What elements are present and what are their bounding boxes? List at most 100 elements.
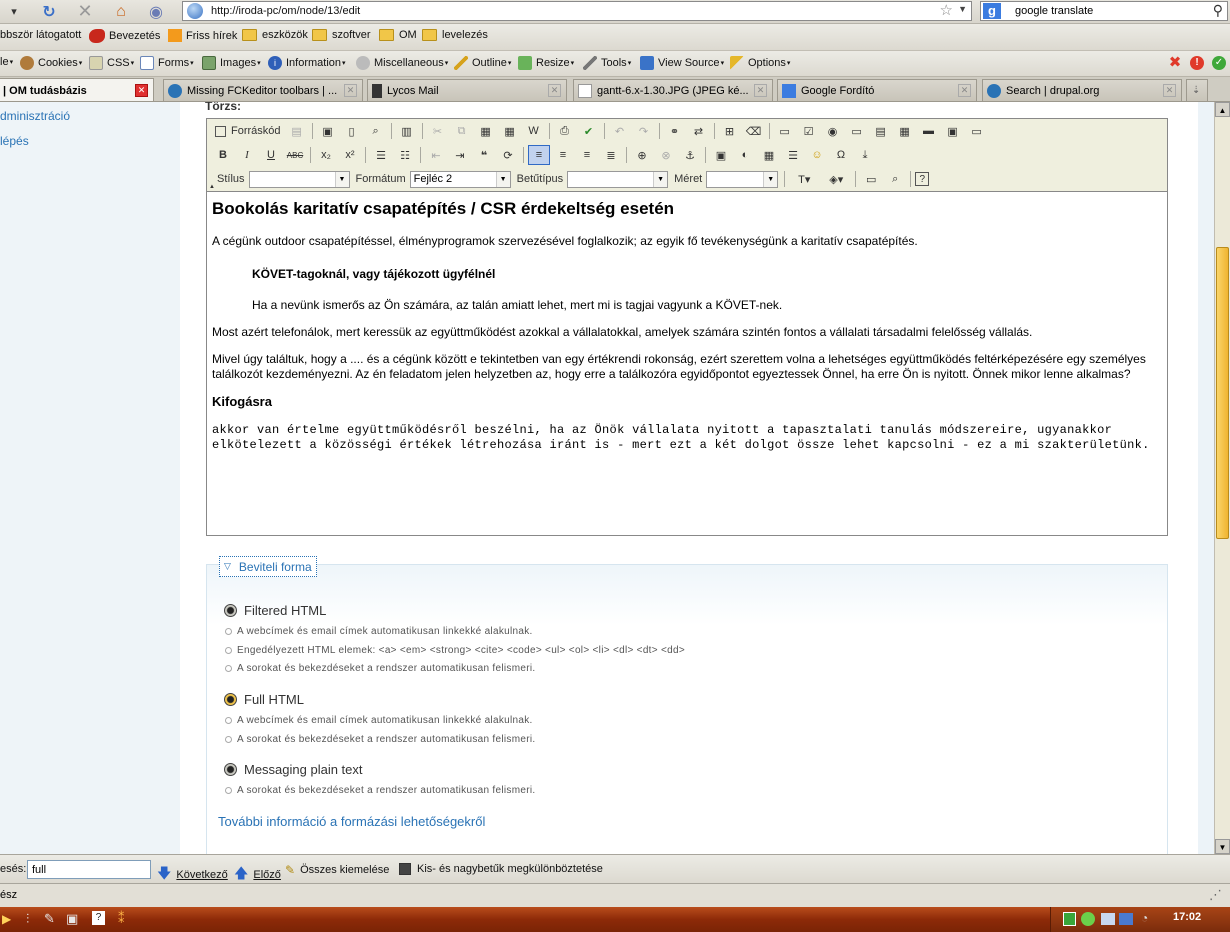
unordered-list-icon[interactable]: ☷ xyxy=(394,145,416,165)
align-left-icon[interactable]: ≡ xyxy=(528,145,550,165)
bookmark-intro[interactable]: Bevezetés xyxy=(89,29,160,43)
hidden-field-icon[interactable]: ▭ xyxy=(966,121,988,141)
outdent-icon[interactable]: ⇤ xyxy=(425,145,447,165)
close-tab-icon[interactable]: ✕ xyxy=(344,84,357,97)
bold-icon[interactable]: B xyxy=(212,145,234,165)
scroll-up-icon[interactable]: ▲ xyxy=(1215,102,1230,117)
tab-gantt-image[interactable]: gantt-6.x-1.30.JPG (JPEG ké... ✕ xyxy=(573,79,773,101)
redo-icon[interactable]: ↷ xyxy=(633,121,655,141)
valid-check-icon[interactable]: ✓ xyxy=(1212,56,1226,70)
source-button[interactable]: Forráskód xyxy=(212,121,284,141)
checkbox-icon[interactable]: ☑ xyxy=(798,121,820,141)
save-icon[interactable]: ▣ xyxy=(317,121,339,141)
blockquote-icon[interactable]: ❝ xyxy=(473,145,495,165)
unlink-icon[interactable]: ⊗ xyxy=(655,145,677,165)
devbar-tools-menu[interactable]: Tools ▾ xyxy=(583,56,631,70)
image-button-icon[interactable]: ▣ xyxy=(942,121,964,141)
align-right-icon[interactable]: ≡ xyxy=(576,145,598,165)
bookmark-most-visited[interactable]: bbször látogatott xyxy=(0,29,81,41)
bookmark-folder-software[interactable]: szoftver xyxy=(312,29,371,41)
undo-icon[interactable]: ↶ xyxy=(609,121,631,141)
resize-grip-icon[interactable]: ⋰ xyxy=(1209,887,1222,903)
horizontal-rule-icon[interactable]: ☰ xyxy=(782,145,804,165)
tray-network-icon[interactable] xyxy=(1119,913,1133,925)
remove-format-icon[interactable]: ⌫ xyxy=(743,121,765,141)
textarea-icon[interactable]: ▤ xyxy=(870,121,892,141)
link-icon[interactable]: ⊕ xyxy=(631,145,653,165)
anchor-icon[interactable]: ⚓ xyxy=(679,145,701,165)
tab-list-button[interactable]: ⇣ xyxy=(1186,79,1208,101)
italic-icon[interactable]: I xyxy=(236,145,258,165)
bookmark-folder-tools[interactable]: eszközök xyxy=(242,29,308,41)
bookmark-folder-om[interactable]: OM xyxy=(379,29,417,41)
quicklaunch-icon[interactable]: ▣ xyxy=(66,911,78,927)
devbar-view-source-menu[interactable]: View Source ▾ xyxy=(640,56,724,70)
close-tab-icon[interactable]: ✕ xyxy=(1163,84,1176,97)
tray-icon[interactable] xyxy=(1063,912,1076,926)
find-icon[interactable]: ⚭ xyxy=(664,121,686,141)
match-case-checkbox[interactable]: Kis- és nagybetűk megkülönböztetése xyxy=(399,863,603,875)
insert-table-icon[interactable]: ▦ xyxy=(758,145,780,165)
page-break-icon[interactable]: ⤓ xyxy=(854,145,876,165)
templates-icon[interactable]: ▥ xyxy=(396,121,418,141)
radio-button[interactable] xyxy=(224,763,237,776)
close-tab-icon[interactable]: ✕ xyxy=(958,84,971,97)
text-color-icon[interactable]: T▾ xyxy=(789,169,819,189)
bg-color-icon[interactable]: ◈▾ xyxy=(821,169,851,189)
devbar-forms-menu[interactable]: Forms ▾ xyxy=(140,56,194,70)
checkbox-icon[interactable] xyxy=(399,863,411,875)
search-box[interactable]: g google translate ⚲ xyxy=(980,1,1228,21)
devbar-options-menu[interactable]: Options ▾ xyxy=(730,56,790,70)
select-field-icon[interactable]: ▦ xyxy=(894,121,916,141)
close-tab-icon[interactable]: ✕ xyxy=(754,84,767,97)
help-icon[interactable]: ? xyxy=(915,172,930,186)
sidebar-item-logout[interactable]: lépés xyxy=(0,134,29,148)
devbar-disable-menu[interactable]: le ▾ xyxy=(0,56,13,68)
fckeditor[interactable]: Forráskód ▤ ▣ ▯ ⌕ ▥ ✂ ⧉ ▦ ▦ W ⎙ ✔ ↶ ↷ ⚭ … xyxy=(206,118,1168,536)
find-next-button[interactable]: 🡇 Következő xyxy=(157,863,228,883)
print-icon[interactable]: ⎙ xyxy=(554,121,576,141)
bookmark-folder-mail[interactable]: levelezés xyxy=(422,29,488,41)
replace-icon[interactable]: ⇄ xyxy=(688,121,710,141)
editor-content-area[interactable]: Bookolás karitatív csapatépítés / CSR ér… xyxy=(212,199,1162,453)
input-format-toggle[interactable]: ▽ Beviteli forma xyxy=(219,556,317,577)
spellcheck-icon[interactable]: ✔ xyxy=(578,121,600,141)
sidebar-item-administration[interactable]: dminisztráció xyxy=(0,109,70,123)
url-history-dropdown[interactable]: ▼ xyxy=(958,4,967,14)
maximize-icon[interactable]: ▭ xyxy=(860,169,882,189)
ordered-list-icon[interactable]: ☰ xyxy=(370,145,392,165)
superscript-icon[interactable]: x² xyxy=(339,145,361,165)
radio-icon[interactable]: ◉ xyxy=(822,121,844,141)
tab-fckeditor-toolbars[interactable]: Missing FCKeditor toolbars | ... ✕ xyxy=(163,79,363,101)
tab-om-knowledgebase[interactable]: | OM tudásbázis ✕ xyxy=(0,78,154,101)
format-option-filtered-html[interactable]: Filtered HTML xyxy=(224,603,326,618)
collapse-toolbar-icon[interactable]: ▲ xyxy=(209,184,215,190)
div-container-icon[interactable]: ⟳ xyxy=(497,145,519,165)
preview-icon[interactable]: ⌕ xyxy=(365,121,387,141)
show-blocks-icon[interactable]: ⌕ xyxy=(884,169,906,189)
indent-icon[interactable]: ⇥ xyxy=(449,145,471,165)
close-tab-icon[interactable]: ✕ xyxy=(135,84,148,97)
google-icon[interactable]: g xyxy=(983,3,1001,19)
search-input[interactable]: google translate xyxy=(1015,5,1093,17)
textfield-icon[interactable]: ▭ xyxy=(846,121,868,141)
formatting-help-link[interactable]: További információ a formázási lehetőség… xyxy=(218,814,485,829)
error-icon[interactable]: ! xyxy=(1190,56,1204,70)
devbar-information-menu[interactable]: i Information ▾ xyxy=(268,56,346,70)
devbar-resize-menu[interactable]: Resize ▾ xyxy=(518,56,574,70)
bookmark-news[interactable]: Friss hírek xyxy=(168,29,237,42)
devbar-css-menu[interactable]: CSS ▾ xyxy=(89,56,134,70)
quicklaunch-icon[interactable]: ✎ xyxy=(44,911,55,927)
copy-icon[interactable]: ⧉ xyxy=(451,121,473,141)
help-icon[interactable]: ? xyxy=(92,911,105,925)
quicklaunch-icon[interactable]: ▶ xyxy=(2,912,11,926)
find-input[interactable] xyxy=(27,860,151,879)
underline-icon[interactable]: U xyxy=(260,145,282,165)
vertical-scrollbar[interactable]: ▲ ▼ xyxy=(1214,102,1230,854)
scroll-thumb[interactable] xyxy=(1216,247,1229,539)
radio-button[interactable] xyxy=(224,604,237,617)
form-icon[interactable]: ▭ xyxy=(774,121,796,141)
tray-shield-icon[interactable] xyxy=(1081,912,1095,926)
taskbar-clock[interactable]: 17:02 xyxy=(1173,911,1201,923)
search-magnifier-icon[interactable]: ⚲ xyxy=(1213,2,1223,19)
